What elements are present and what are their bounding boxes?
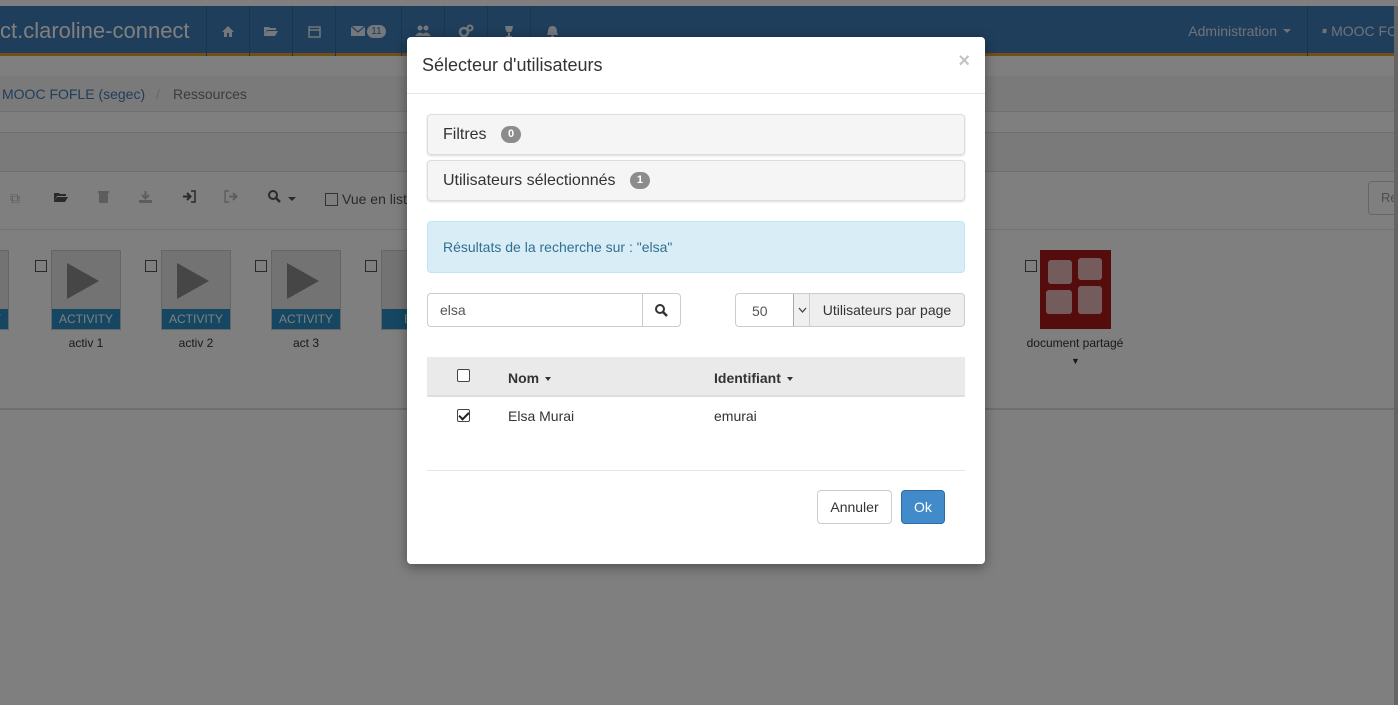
table-row[interactable]: Elsa Murai emurai (427, 397, 965, 434)
chevron-down-icon[interactable] (793, 294, 810, 326)
user-name-cell: Elsa Murai (508, 408, 575, 424)
search-button[interactable] (642, 293, 681, 327)
per-page-label: Utilisateurs par page (809, 293, 965, 327)
sort-caret-icon (545, 377, 552, 382)
selected-users-count-badge: 1 (629, 172, 650, 190)
search-results-alert: Résultats de la recherche sur : "elsa" (427, 221, 965, 273)
column-header-name[interactable]: Nom (508, 370, 552, 386)
row-checkbox[interactable] (457, 409, 470, 422)
search-results-message: Résultats de la recherche sur : "elsa" (443, 239, 673, 255)
column-header-username[interactable]: Identifiant (714, 370, 793, 386)
select-all-checkbox[interactable] (457, 369, 470, 382)
filters-label-group: Filtres 0 (443, 126, 522, 144)
selected-users-label-group: Utilisateurs sélectionnés 1 (443, 172, 650, 190)
search-icon (655, 303, 668, 317)
close-icon[interactable]: × (958, 50, 970, 73)
footer-divider (427, 470, 965, 471)
filters-label: Filtres (443, 126, 487, 143)
user-picker-modal: Sélecteur d'utilisateurs × Filtres 0 Uti… (407, 37, 985, 564)
selected-users-label: Utilisateurs sélectionnés (443, 172, 616, 189)
selected-users-panel-toggle[interactable]: Utilisateurs sélectionnés 1 (427, 160, 965, 201)
users-table: Nom Identifiant Elsa Murai emurai (427, 357, 965, 434)
sort-caret-icon (786, 377, 793, 382)
user-search-input[interactable] (427, 293, 643, 327)
ok-button[interactable]: Ok (901, 490, 945, 524)
user-username-cell: emurai (714, 408, 757, 424)
modal-header: Sélecteur d'utilisateurs × (407, 37, 985, 94)
cancel-button[interactable]: Annuler (817, 490, 892, 524)
filters-panel-toggle[interactable]: Filtres 0 (427, 114, 965, 155)
per-page-select[interactable]: 50 (735, 293, 810, 327)
modal-title: Sélecteur d'utilisateurs (422, 55, 603, 75)
column-header-name-label: Nom (508, 370, 540, 386)
per-page-value: 50 (752, 303, 768, 319)
filters-count-badge: 0 (501, 126, 522, 144)
table-header: Nom Identifiant (427, 357, 965, 397)
column-header-username-label: Identifiant (714, 370, 781, 386)
